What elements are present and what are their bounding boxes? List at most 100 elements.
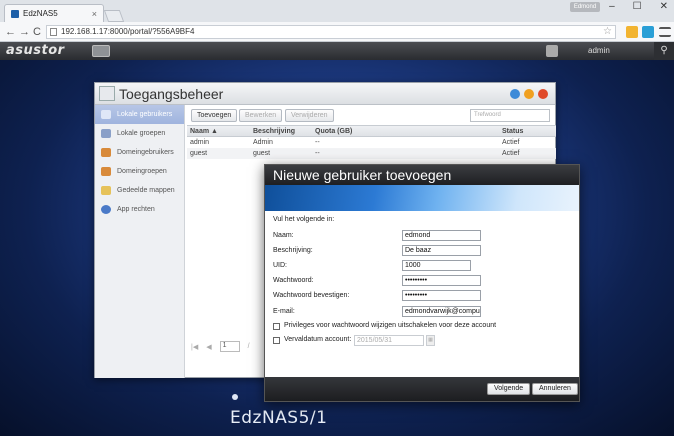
close-window-button[interactable]: ✕ (660, 0, 668, 14)
email-label: E-mail: (273, 308, 295, 315)
new-user-dialog: Nieuwe gebruiker toevoegen Vul het volge… (264, 164, 580, 402)
address-bar-row: ← → C 192.168.1.17:8000/portal/?556A9BF4… (0, 22, 674, 42)
help-icon[interactable] (510, 89, 520, 99)
column-header-name[interactable]: Naam ▲ (187, 126, 250, 136)
tab-close-icon[interactable]: × (92, 9, 97, 19)
app-icon (101, 205, 111, 214)
sidebar-item-label: App rechten (117, 206, 155, 213)
add-user-button[interactable]: Toevoegen (191, 109, 238, 122)
page-icon (50, 28, 57, 36)
adm-topbar: asustor admin ⚲ (0, 42, 674, 60)
intro-text: Vul het volgende in: (273, 216, 335, 223)
table-row[interactable]: admin Admin -- Actief (187, 137, 556, 148)
domain-user-icon (101, 148, 111, 157)
window-controls: – ☐ ✕ (609, 0, 668, 14)
cancel-button[interactable]: Annuleren (532, 383, 578, 395)
password-label: Wachtwoord: (273, 277, 314, 284)
extension-icon[interactable] (626, 26, 638, 38)
prev-page-button[interactable]: ◀ (206, 343, 211, 351)
table-row[interactable]: guest guest -- Actief (187, 148, 556, 159)
minimize-button[interactable]: – (609, 0, 615, 14)
sidebar-item-app-rights[interactable]: App rechten (95, 200, 184, 219)
column-header-description[interactable]: Beschrijving (250, 126, 312, 136)
page-separator: / (247, 343, 250, 350)
expiry-date-field[interactable]: 2015/05/31 (354, 335, 424, 346)
close-window-icon[interactable] (538, 89, 548, 99)
cell-description: guest (253, 150, 271, 157)
cell-name: admin (190, 139, 210, 146)
keyword-filter-input[interactable]: Trefwoord (470, 109, 550, 122)
sidebar-item-label: Domeingroepen (117, 168, 167, 175)
sidebar-item-label: Lokale gebruikers (117, 111, 173, 118)
table-header: Naam ▲ Beschrijving Quota (GB) Status (187, 125, 556, 137)
app-launcher-icon[interactable] (92, 45, 110, 57)
url-input[interactable]: 192.168.1.17:8000/portal/?556A9BF4 ☆ (46, 25, 616, 39)
cell-quota: -- (315, 150, 320, 157)
sidebar-item-label: Domeingebruikers (117, 149, 174, 156)
sidebar-item-domain-users[interactable]: Domeingebruikers (95, 143, 184, 162)
description-label: Beschrijving: (273, 247, 313, 254)
sidebar-item-label: Gedeelde mappen (117, 187, 175, 194)
disable-password-change-label: Privileges voor wachtwoord wijzigen uits… (284, 322, 497, 329)
favicon-icon (11, 9, 19, 18)
page-number-input[interactable]: 1 (219, 341, 240, 352)
confirm-password-label: Wachtwoord bevestigen: (273, 292, 350, 299)
sidebar-item-shared-folders[interactable]: Gedeelde mappen (95, 181, 184, 200)
uid-field[interactable]: 1000 (402, 260, 471, 271)
group-icon (101, 129, 111, 138)
browser-user-badge[interactable]: Edmond (570, 2, 600, 12)
reload-button[interactable]: C (33, 25, 41, 39)
account-expiry-label: Vervaldatum account: (284, 336, 352, 343)
extension-icon[interactable] (642, 26, 654, 38)
cell-status: Actief (502, 150, 520, 157)
page-indicator-dot[interactable] (232, 394, 238, 400)
domain-group-icon (101, 167, 111, 176)
dialog-banner (265, 185, 579, 211)
column-header-quota[interactable]: Quota (GB) (312, 126, 499, 136)
description-field[interactable]: De baaz (402, 245, 481, 256)
toolbar: Toevoegen Bewerken Verwijderen Trefwoord (187, 105, 556, 125)
sidebar: Lokale gebruikers Lokale groepen Domeing… (95, 105, 185, 378)
search-icon[interactable]: ⚲ (654, 42, 674, 60)
username[interactable]: admin (588, 46, 610, 55)
remove-user-button[interactable]: Verwijderen (285, 109, 334, 122)
dialog-footer: Volgende Annuleren (265, 377, 579, 401)
asustor-logo: asustor (6, 43, 65, 58)
bookmark-star-icon[interactable]: ☆ (603, 26, 612, 38)
minimize-window-icon[interactable] (524, 89, 534, 99)
email-field[interactable]: edmondvarwijk@compu (402, 306, 481, 317)
name-label: Naam: (273, 232, 294, 239)
account-expiry-checkbox[interactable] (273, 337, 280, 344)
first-page-button[interactable]: |◀ (191, 343, 198, 351)
browser-tabbar: EdzNAS5 × Edmond – ☐ ✕ (0, 0, 674, 22)
sidebar-item-local-users[interactable]: Lokale gebruikers (95, 105, 184, 124)
disable-password-change-checkbox[interactable] (273, 323, 280, 330)
user-icon[interactable] (546, 45, 558, 57)
pager: |◀ ◀ 1 / (191, 341, 250, 352)
uid-label: UID: (273, 262, 287, 269)
maximize-button[interactable]: ☐ (633, 0, 642, 14)
sidebar-item-local-groups[interactable]: Lokale groepen (95, 124, 184, 143)
cell-description: Admin (253, 139, 273, 146)
cell-name: guest (190, 150, 208, 157)
forward-button[interactable]: → (19, 25, 30, 39)
dialog-body: Vul het volgende in: Naam: edmond Beschr… (265, 211, 579, 378)
browser-tab[interactable]: EdzNAS5 × (4, 4, 104, 22)
tab-title: EdzNAS5 (23, 9, 58, 18)
calendar-icon[interactable]: ▦ (426, 335, 435, 346)
name-field[interactable]: edmond (402, 230, 481, 241)
next-button[interactable]: Volgende (487, 383, 531, 395)
dialog-title[interactable]: Nieuwe gebruiker toevoegen (265, 165, 579, 185)
menu-icon[interactable] (659, 27, 671, 37)
confirm-password-field[interactable]: ••••••••• (402, 290, 481, 301)
back-button[interactable]: ← (5, 25, 16, 39)
sidebar-item-domain-groups[interactable]: Domeingroepen (95, 162, 184, 181)
column-header-status[interactable]: Status (499, 126, 556, 136)
new-tab-button[interactable] (103, 10, 125, 22)
password-field[interactable]: ••••••••• (402, 275, 481, 286)
sidebar-item-label: Lokale groepen (117, 130, 166, 137)
url-text: 192.168.1.17:8000/portal/?556A9BF4 (61, 27, 195, 36)
window-titlebar[interactable]: Toegangsbeheer (95, 83, 555, 105)
edit-user-button[interactable]: Bewerken (239, 109, 283, 122)
cell-status: Actief (502, 139, 520, 146)
